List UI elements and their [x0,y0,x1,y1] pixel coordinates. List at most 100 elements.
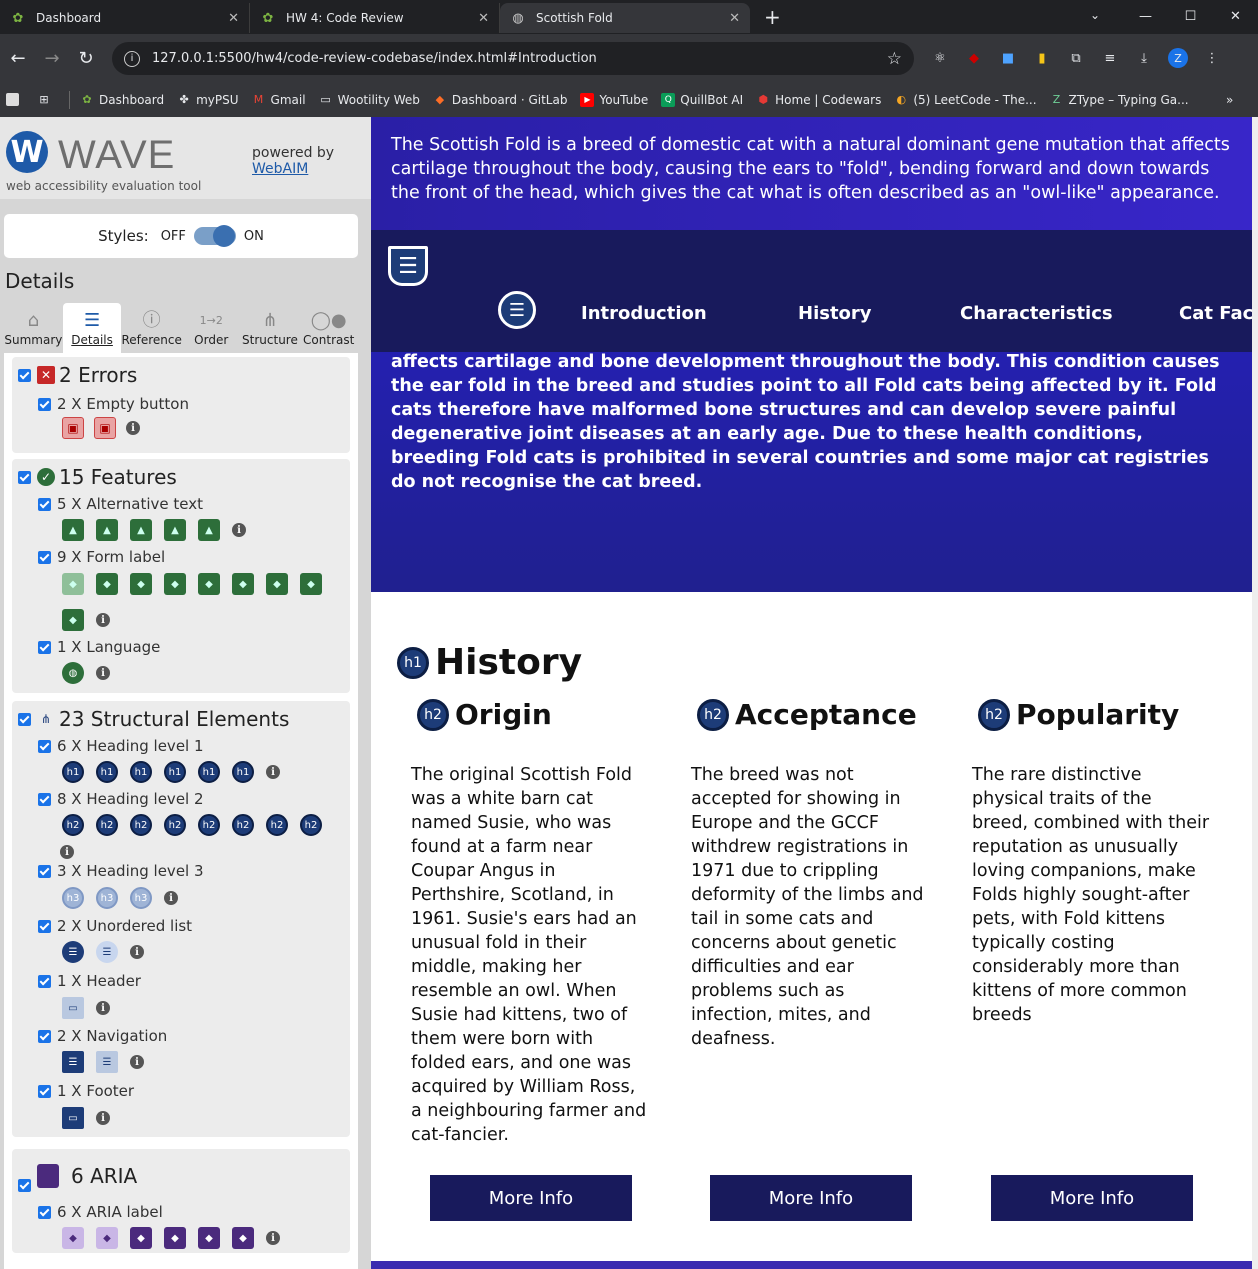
ul-checkbox[interactable] [38,919,51,933]
nav-link-history[interactable]: History [798,303,872,324]
bookmark-item[interactable]: ▶ YouTube [580,92,648,107]
h1-icon[interactable]: h1 [164,761,186,783]
footer-checkbox[interactable] [38,1084,51,1098]
info-icon[interactable]: i [96,1111,110,1125]
image-icon[interactable]: ▲ [62,519,84,541]
h3-icon[interactable]: h3 [130,887,152,909]
more-bookmarks-icon[interactable]: » [1226,93,1233,107]
bookmark-star-icon[interactable]: ☆ [887,49,902,69]
tab-details[interactable]: ☰ Details [62,303,122,353]
bookmark-item[interactable]: M Gmail [252,93,306,107]
tab-contrast[interactable]: ◯● Contrast [299,303,358,353]
language-checkbox[interactable] [38,640,51,654]
h2-checkbox[interactable] [38,792,51,806]
forward-icon[interactable]: → [36,48,68,69]
media-queue-icon[interactable]: ≡ [1100,48,1120,68]
info-icon[interactable]: i [164,891,178,905]
image-icon[interactable]: ▲ [96,519,118,541]
h3-icon[interactable]: h3 [62,887,84,909]
aria-checkbox[interactable] [18,1179,31,1192]
tag-icon[interactable]: ◆ [62,609,84,631]
download-icon[interactable]: ⤓ [1134,48,1154,68]
info-icon[interactable]: i [130,945,144,959]
aria-tag-icon[interactable]: ◆ [96,1227,118,1249]
bookmark-item[interactable]: ◐ (5) LeetCode - The... [894,93,1037,107]
avatar[interactable]: Z [1168,48,1188,68]
navigation-icon[interactable]: ☰ [62,1051,84,1073]
h2-icon[interactable]: h2 [164,814,186,836]
h3-icon[interactable]: h3 [96,887,118,909]
h2-icon[interactable]: h2 [198,814,220,836]
info-icon[interactable]: i [96,1001,110,1015]
more-info-button[interactable]: More Info [430,1175,632,1221]
info-icon[interactable]: i [60,845,74,859]
site-info-icon[interactable]: i [124,50,140,67]
puzzle-icon[interactable]: ⧉ [1066,48,1086,68]
bookmark-item[interactable]: Q QuillBot AI [661,92,743,107]
nav-link-cat-facts[interactable]: Cat Facts [1179,303,1252,324]
header-checkbox[interactable] [38,974,51,988]
h2-icon[interactable]: h2 [130,814,152,836]
tab-order[interactable]: 1→2 Order [182,303,241,353]
more-info-button[interactable]: More Info [991,1175,1193,1221]
tag-icon[interactable]: ◆ [96,573,118,595]
image-icon[interactable]: ▲ [130,519,152,541]
h1-icon[interactable]: h1 [96,761,118,783]
kebab-menu-icon[interactable]: ⋮ [1202,48,1222,68]
bookmark-item[interactable]: ▭ Wootility Web [319,93,420,107]
empty-button-error-icon[interactable]: ▣ [94,417,116,439]
tag-icon[interactable]: ◆ [198,573,220,595]
extension-icon[interactable]: ■ [998,48,1018,68]
bookmark-item[interactable]: ⬢ Home | Codewars [756,93,881,107]
tag-icon[interactable]: ◆ [164,573,186,595]
info-icon[interactable]: i [126,421,140,435]
h1-icon[interactable]: h1 [62,761,84,783]
info-icon[interactable]: i [266,765,280,779]
aria-tag-icon[interactable]: ◆ [232,1227,254,1249]
bookmark-item[interactable]: Z ZType – Typing Ga... [1050,93,1189,107]
aria-label-checkbox[interactable] [38,1205,51,1219]
styles-toggle[interactable] [193,225,236,247]
bookmark-item[interactable]: ✤ myPSU [177,93,239,107]
close-icon[interactable]: ✕ [729,11,740,26]
list-icon[interactable]: ☰ [96,941,118,963]
close-window-icon[interactable]: ✕ [1213,0,1258,32]
scrollbar[interactable] [1252,117,1258,1269]
reload-icon[interactable]: ↻ [70,48,102,69]
h2-icon[interactable]: h2 [232,814,254,836]
globe-icon[interactable]: ◍ [62,662,84,684]
tag-icon[interactable]: ◆ [232,573,254,595]
new-tab-button[interactable]: + [764,5,784,29]
image-icon[interactable]: ▲ [164,519,186,541]
nav-checkbox[interactable] [38,1029,51,1043]
ublock-icon[interactable]: ◆ [964,48,984,68]
browser-tab-active[interactable]: ◍ Scottish Fold ✕ [500,3,750,33]
extension-icon[interactable]: ▮ [1032,48,1052,68]
aria-tag-icon[interactable]: ◆ [62,1227,84,1249]
info-icon[interactable]: i [96,666,110,680]
chevron-down-icon[interactable]: ⌄ [1090,8,1100,22]
tag-icon[interactable]: ◆ [266,573,288,595]
info-icon[interactable]: i [266,1231,280,1245]
webaim-link[interactable]: WebAIM [252,161,308,177]
h1-icon[interactable]: h1 [130,761,152,783]
back-icon[interactable]: ← [2,48,34,69]
url-input[interactable]: i 127.0.0.1:5500/hw4/code-review-codebas… [112,42,914,75]
aria-tag-icon[interactable]: ◆ [130,1227,152,1249]
aria-tag-icon[interactable]: ◆ [164,1227,186,1249]
h2-icon[interactable]: h2 [62,814,84,836]
tab-structure[interactable]: ⋔ Structure [241,303,300,353]
empty-button-checkbox[interactable] [38,397,51,411]
form-label-checkbox[interactable] [38,550,51,564]
h3-checkbox[interactable] [38,864,51,878]
info-icon[interactable]: i [232,523,246,537]
h1-icon[interactable]: h1 [232,761,254,783]
tab-summary[interactable]: ⌂ Summary [4,303,63,353]
h1-checkbox[interactable] [38,739,51,753]
minimize-icon[interactable]: — [1123,0,1168,32]
tag-icon[interactable]: ◆ [130,573,152,595]
browser-tab[interactable]: ✿ Dashboard ✕ [0,3,250,33]
maximize-icon[interactable]: ☐ [1168,0,1213,32]
aria-tag-icon[interactable]: ◆ [198,1227,220,1249]
image-icon[interactable]: ▲ [198,519,220,541]
